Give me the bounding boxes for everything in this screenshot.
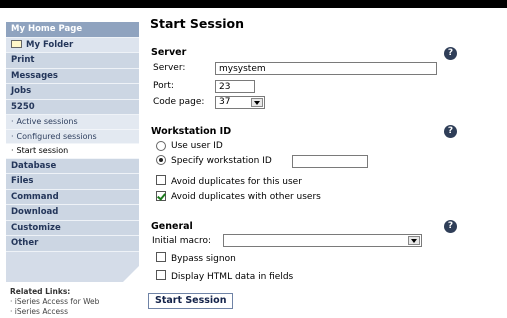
related-link-iseries-access[interactable]: · iSeries Access xyxy=(10,307,99,317)
sidebar-subitem-label: Start session xyxy=(16,146,69,155)
sidebar-item-messages[interactable]: Messages xyxy=(6,68,139,84)
sidebar-footer xyxy=(6,251,139,282)
avoid-duplicates-user-checkbox[interactable] xyxy=(156,175,166,185)
sidebar-subitem-start-session[interactable]: · Start session xyxy=(6,144,139,159)
sidebar-item-home[interactable]: My Home Page xyxy=(6,22,139,38)
general-section-title: General xyxy=(151,221,193,232)
page-title: Start Session xyxy=(150,16,245,31)
sidebar-subitem-active-sessions[interactable]: · Active sessions xyxy=(6,115,139,130)
top-bar xyxy=(0,0,507,8)
start-session-button[interactable]: Start Session xyxy=(148,293,234,309)
display-html-label: Display HTML data in fields xyxy=(171,272,294,282)
workstation-section-title: Workstation ID xyxy=(151,126,232,137)
related-links-title: Related Links: xyxy=(10,287,71,296)
bullet-icon: · xyxy=(11,131,14,141)
sidebar-subitem-label: Active sessions xyxy=(16,117,78,126)
sidebar-item-folder[interactable]: My Folder xyxy=(6,37,139,53)
bullet-icon: · xyxy=(11,146,14,155)
sidebar-item-other[interactable]: Other xyxy=(6,236,139,252)
sidebar-item-print[interactable]: Print xyxy=(6,53,139,69)
sidebar-item-jobs[interactable]: Jobs xyxy=(6,84,139,100)
workstation-id-input[interactable] xyxy=(292,155,368,168)
chevron-down-icon xyxy=(408,236,420,245)
avoid-duplicates-others-label: Avoid duplicates with other users xyxy=(171,192,321,202)
sidebar-item-command[interactable]: Command xyxy=(6,189,139,205)
sidebar-item-database[interactable]: Database xyxy=(6,158,139,174)
display-html-checkbox[interactable] xyxy=(156,270,166,280)
sidebar-item-folder-label: My Folder xyxy=(26,39,74,50)
folder-icon xyxy=(11,39,22,48)
server-help-icon[interactable]: ? xyxy=(444,47,457,60)
avoid-duplicates-others-checkbox[interactable] xyxy=(156,191,166,201)
server-input[interactable] xyxy=(215,62,437,75)
code-page-select[interactable]: 37 xyxy=(215,96,265,109)
sidebar-item-files[interactable]: Files xyxy=(6,174,139,190)
sidebar-item-customize[interactable]: Customize xyxy=(6,220,139,236)
code-page-label: Code page: xyxy=(153,97,205,107)
bypass-signon-checkbox[interactable] xyxy=(156,252,166,262)
sidebar-item-download[interactable]: Download xyxy=(6,205,139,221)
related-link-iseries-access-web[interactable]: · iSeries Access for Web xyxy=(10,297,99,307)
use-user-id-radio[interactable] xyxy=(156,141,166,151)
initial-macro-select[interactable] xyxy=(223,234,422,247)
use-user-id-label: Use user ID xyxy=(171,141,223,151)
chevron-down-icon xyxy=(251,98,263,107)
general-help-icon[interactable]: ? xyxy=(444,220,457,233)
related-links: Related Links: · iSeries Access for Web … xyxy=(10,287,99,316)
bypass-signon-label: Bypass signon xyxy=(171,254,236,264)
sidebar-nav: My Home Page My Folder Print Messages Jo… xyxy=(6,22,139,282)
sidebar-subitem-label: Configured sessions xyxy=(16,131,97,141)
initial-macro-label: Initial macro: xyxy=(152,236,212,246)
port-input[interactable] xyxy=(215,80,255,93)
specify-workstation-radio[interactable] xyxy=(156,155,166,165)
bullet-icon: · xyxy=(11,117,14,126)
sidebar-subitem-configured-sessions[interactable]: · Configured sessions xyxy=(6,129,139,144)
related-link-label: iSeries Access xyxy=(14,306,68,316)
workstation-help-icon[interactable]: ? xyxy=(444,125,457,138)
port-label: Port: xyxy=(153,81,174,91)
related-link-label: iSeries Access for Web xyxy=(14,297,100,306)
server-section-title: Server xyxy=(151,47,187,58)
server-label: Server: xyxy=(153,63,186,73)
specify-workstation-label: Specify workstation ID xyxy=(171,156,272,166)
code-page-value: 37 xyxy=(219,97,231,107)
avoid-duplicates-user-label: Avoid duplicates for this user xyxy=(171,177,302,187)
sidebar-item-5250[interactable]: 5250 xyxy=(6,99,139,115)
